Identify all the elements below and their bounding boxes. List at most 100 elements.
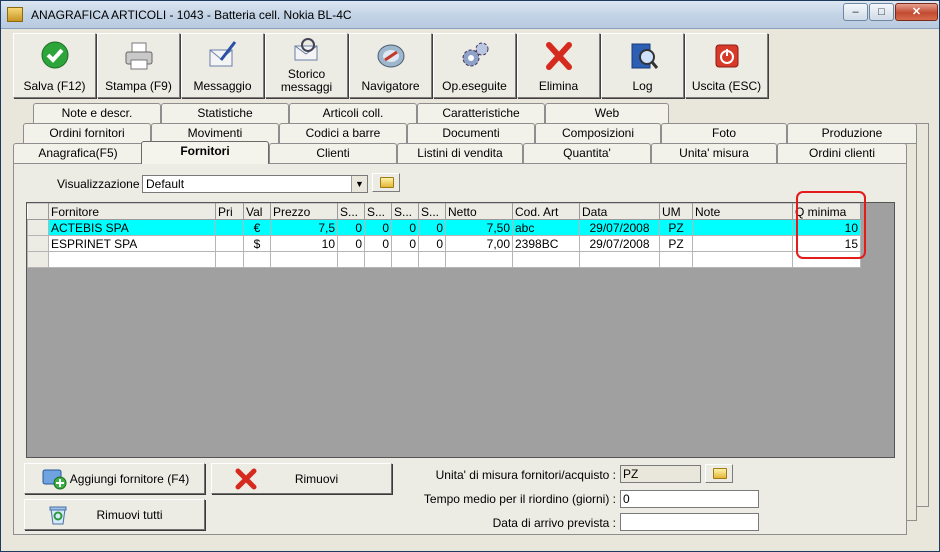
tab-ordini-fornitori[interactable]: Ordini fornitori [23,123,151,143]
visualizzazione-select[interactable]: Default ▼ [142,175,368,193]
minimize-button[interactable]: – [843,3,868,21]
cell-prezzo[interactable]: 10 [270,235,338,252]
cell-s2[interactable]: 0 [364,235,392,252]
table-row[interactable]: ESPRINET SPA $ 10 0 0 0 0 7,00 2398BC 29… [27,235,861,252]
col-s1[interactable]: S... [337,203,365,220]
tab-quantita[interactable]: Quantita' [523,143,651,163]
cell-pri[interactable] [215,251,244,268]
cell-note[interactable] [692,235,793,252]
col-cod-art[interactable]: Cod. Art [512,203,580,220]
cell-s4[interactable]: 0 [418,235,446,252]
col-s2[interactable]: S... [364,203,392,220]
cell-note[interactable] [692,219,793,236]
add-supplier-button[interactable]: Aggiungi fornitore (F4) [24,463,205,494]
message-history-button[interactable]: Storico messaggi [265,33,348,98]
cell-fornitore[interactable]: ACTEBIS SPA [48,219,216,236]
tab-fornitori[interactable]: Fornitori [141,141,269,164]
log-button[interactable]: Log [601,33,684,98]
cell-s2[interactable]: 0 [364,219,392,236]
tab-composizioni[interactable]: Composizioni [535,123,661,143]
cell-fornitore[interactable] [48,251,216,268]
tab-listini-di-vendita[interactable]: Listini di vendita [397,143,523,163]
suppliers-grid[interactable]: Fornitore Pri Val Prezzo S... S... S... … [26,202,895,458]
table-row-empty[interactable] [27,251,861,268]
tab-documenti[interactable]: Documenti [407,123,535,143]
cell-val[interactable]: € [243,219,271,236]
tab-statistiche[interactable]: Statistiche [161,103,289,123]
cell-um[interactable] [659,251,693,268]
cell-cod-art[interactable] [512,251,580,268]
exit-button[interactable]: Uscita (ESC) [685,33,768,98]
cell-s2[interactable] [364,251,392,268]
cell-data[interactable]: 29/07/2008 [579,219,660,236]
cell-val[interactable]: $ [243,235,271,252]
cell-cod-art[interactable]: abc [512,219,580,236]
cell-prezzo[interactable] [270,251,338,268]
cell-cod-art[interactable]: 2398BC [512,235,580,252]
remove-button[interactable]: Rimuovi [211,463,392,494]
remove-all-button[interactable]: Rimuovi tutti [24,499,205,530]
cell-s4[interactable] [418,251,446,268]
tab-articoli-coll[interactable]: Articoli coll. [289,103,417,123]
cell-note[interactable] [692,251,793,268]
tab-ordini-clienti[interactable]: Ordini clienti [777,143,907,163]
col-data[interactable]: Data [579,203,660,220]
tab-clienti[interactable]: Clienti [269,143,397,163]
cell-netto[interactable] [445,251,513,268]
navigator-button[interactable]: Navigatore [349,33,432,98]
tab-caratteristiche[interactable]: Caratteristiche [417,103,545,123]
cell-um[interactable]: PZ [659,219,693,236]
cell-data[interactable] [579,251,660,268]
cell-val[interactable] [243,251,271,268]
cell-s1[interactable] [337,251,365,268]
cell-s1[interactable]: 0 [337,235,365,252]
table-row[interactable]: ACTEBIS SPA € 7,5 0 0 0 0 7,50 abc 29/07… [27,219,861,236]
maximize-button[interactable]: □ [869,3,894,21]
cell-fornitore[interactable]: ESPRINET SPA [48,235,216,252]
tab-web[interactable]: Web [545,103,669,123]
tab-movimenti[interactable]: Movimenti [151,123,279,143]
col-s3[interactable]: S... [391,203,419,220]
col-netto[interactable]: Netto [445,203,513,220]
col-note[interactable]: Note [692,203,793,220]
open-view-button[interactable] [372,173,400,192]
cell-um[interactable]: PZ [659,235,693,252]
data-arrivo-field[interactable] [620,513,759,531]
row-selector[interactable] [27,251,49,268]
col-s4[interactable]: S... [418,203,446,220]
cell-s1[interactable]: 0 [337,219,365,236]
tab-note[interactable]: Note e descr. [33,103,161,123]
print-button[interactable]: Stampa (F9) [97,33,180,98]
delete-button[interactable]: Elimina [517,33,600,98]
cell-s3[interactable]: 0 [391,235,419,252]
cell-data[interactable]: 29/07/2008 [579,235,660,252]
cell-s3[interactable] [391,251,419,268]
tab-codici-a-barre[interactable]: Codici a barre [279,123,407,143]
row-selector[interactable] [27,235,49,252]
cell-pri[interactable] [215,235,244,252]
save-button[interactable]: Salva (F12) [13,33,96,98]
cell-s4[interactable]: 0 [418,219,446,236]
cell-netto[interactable]: 7,00 [445,235,513,252]
message-button[interactable]: Messaggio [181,33,264,98]
col-val[interactable]: Val [243,203,271,220]
cell-pri[interactable] [215,219,244,236]
cell-s3[interactable]: 0 [391,219,419,236]
col-pri[interactable]: Pri [215,203,244,220]
tempo-riordino-field[interactable]: 0 [620,490,759,508]
cell-netto[interactable]: 7,50 [445,219,513,236]
col-prezzo[interactable]: Prezzo [270,203,338,220]
tab-unita-misura[interactable]: Unita' misura [651,143,777,163]
tab-produzione[interactable]: Produzione [787,123,917,143]
unita-misura-field[interactable]: PZ [620,465,701,483]
chevron-down-icon[interactable]: ▼ [351,176,367,192]
cell-prezzo[interactable]: 7,5 [270,219,338,236]
tab-anagrafica[interactable]: Anagrafica(F5) [13,143,143,163]
operations-button[interactable]: Op.eseguite [433,33,516,98]
close-button[interactable]: ✕ [895,3,938,21]
col-fornitore[interactable]: Fornitore [48,203,216,220]
col-um[interactable]: UM [659,203,693,220]
row-selector[interactable] [27,219,49,236]
open-unita-button[interactable] [705,464,733,483]
tab-foto[interactable]: Foto [661,123,787,143]
